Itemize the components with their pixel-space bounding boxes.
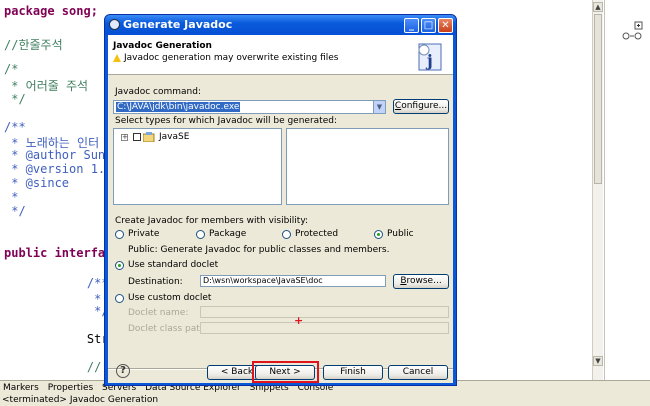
project-folder-icon: [143, 132, 155, 142]
code-line: package song;: [4, 4, 98, 18]
scroll-down-button[interactable]: ▼: [593, 356, 603, 366]
radio-protected[interactable]: [282, 230, 291, 239]
dialog-titlebar[interactable]: Generate Javadoc _ □ ✕: [105, 15, 456, 35]
radio-package[interactable]: [196, 230, 205, 239]
project-tree[interactable]: + JavaSE: [113, 128, 282, 205]
type-list[interactable]: [286, 128, 449, 205]
code-line: * @version 1.0: [4, 162, 113, 176]
eclipse-icon: [109, 19, 120, 30]
highlight-box: [252, 361, 319, 383]
doclet-name-field[interactable]: [200, 306, 449, 318]
destination-label: Destination:: [128, 277, 183, 287]
crosshair-cursor-icon: +: [294, 314, 304, 327]
code-line: /*: [4, 62, 19, 76]
wizard-message: Javadoc generation may overwrite existin…: [124, 53, 339, 63]
close-button[interactable]: ✕: [438, 18, 453, 33]
code-line: * @author Sung: [4, 148, 113, 162]
private-label[interactable]: Private: [128, 229, 159, 239]
protected-label[interactable]: Protected: [295, 229, 338, 239]
tab-properties[interactable]: Properties: [45, 381, 96, 395]
generate-javadoc-dialog: Generate Javadoc _ □ ✕ Javadoc Generatio…: [104, 14, 457, 386]
package-label[interactable]: Package: [209, 229, 246, 239]
warning-icon: [113, 54, 121, 62]
radio-custom-doclet[interactable]: [115, 294, 124, 303]
maximize-button[interactable]: □: [421, 18, 436, 33]
dialog-body: Javadoc Generation Javadoc generation ma…: [108, 35, 453, 383]
code-line: /**: [58, 276, 109, 290]
destination-field[interactable]: D:\wsn\workspace\JavaSE\doc: [200, 275, 386, 287]
wizard-title: Javadoc Generation: [113, 41, 212, 51]
tree-item-label[interactable]: JavaSE: [159, 132, 189, 142]
custom-doclet-label[interactable]: Use custom doclet: [128, 293, 211, 303]
code-line: */: [4, 204, 26, 218]
doclet-class-path-label: Doclet class path:: [128, 324, 209, 334]
scroll-thumb[interactable]: [594, 14, 602, 184]
javadoc-command-label: Javadoc command:: [115, 87, 201, 97]
cancel-button[interactable]: Cancel: [388, 365, 448, 380]
code-line: */: [58, 304, 109, 318]
wizard-header: Javadoc Generation Javadoc generation ma…: [108, 35, 453, 75]
code-line: public interfac: [4, 246, 113, 260]
status-bar: <terminated> Javadoc Generation: [0, 395, 650, 406]
minimize-button[interactable]: _: [404, 18, 419, 33]
dialog-title: Generate Javadoc: [123, 18, 233, 31]
public-label[interactable]: Public: [387, 229, 414, 239]
svg-text:j: j: [425, 51, 433, 70]
doclet-name-label: Doclet name:: [128, 308, 189, 318]
code-line: * @since: [4, 176, 70, 190]
code-line: *: [4, 190, 19, 204]
tab-markers[interactable]: Markers: [0, 381, 42, 395]
code-line: //한줄주석: [4, 38, 63, 52]
javadoc-command-combo[interactable]: C:\JAVA\jdk\bin\javadoc.exe ▼: [113, 100, 386, 114]
outline-tree-icon: [622, 21, 643, 40]
javadoc-j-icon: j: [418, 43, 442, 71]
browse-button[interactable]: Browse...: [393, 274, 449, 289]
types-label: Select types for which Javadoc will be g…: [115, 116, 337, 126]
checkbox[interactable]: [133, 133, 141, 141]
outline-panel: [604, 0, 650, 380]
configure-button[interactable]: Configure...: [393, 99, 449, 114]
code-text: package song;: [4, 4, 98, 18]
code-line: */: [4, 92, 26, 106]
code-line: /**: [4, 120, 26, 134]
radio-standard-doclet[interactable]: [115, 261, 124, 270]
radio-private[interactable]: [115, 230, 124, 239]
chevron-down-icon[interactable]: ▼: [373, 101, 385, 113]
visibility-description: Public: Generate Javadoc for public clas…: [128, 245, 390, 255]
expand-icon[interactable]: +: [121, 134, 128, 141]
help-icon[interactable]: ?: [116, 364, 130, 378]
scroll-up-button[interactable]: ▲: [593, 2, 603, 12]
standard-doclet-label[interactable]: Use standard doclet: [128, 260, 218, 270]
code-line: //: [58, 360, 102, 374]
doclet-class-path-field[interactable]: [200, 322, 449, 334]
visibility-label: Create Javadoc for members with visibili…: [115, 216, 309, 226]
javadoc-command-value: C:\JAVA\jdk\bin\javadoc.exe: [116, 102, 241, 112]
radio-public[interactable]: [374, 230, 383, 239]
finish-button[interactable]: Finish: [323, 365, 383, 380]
